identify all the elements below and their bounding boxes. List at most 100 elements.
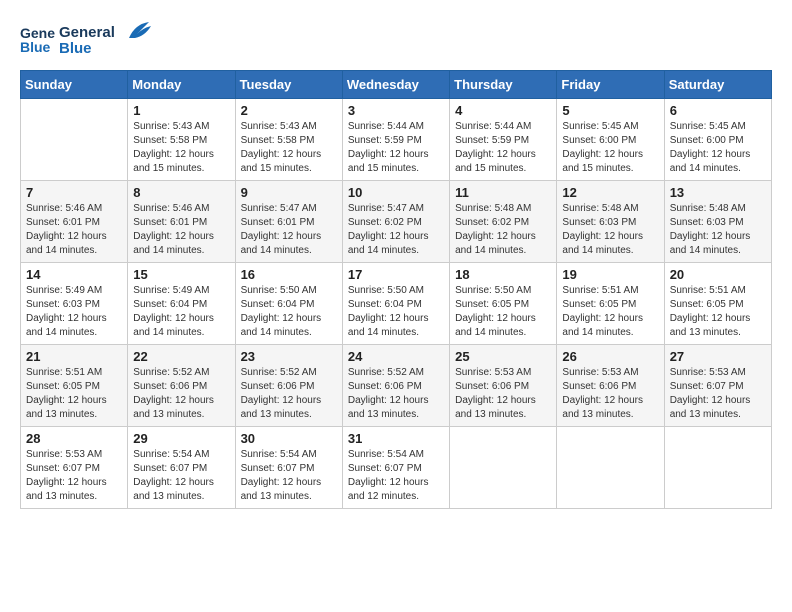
day-detail: Sunrise: 5:44 AM Sunset: 5:59 PM Dayligh… (455, 120, 551, 176)
day-detail: Sunrise: 5:49 AM Sunset: 6:04 PM Dayligh… (133, 284, 229, 340)
day-number: 24 (348, 349, 444, 364)
day-number: 18 (455, 267, 551, 282)
weekday-header-sunday: Sunday (21, 71, 128, 99)
day-detail: Sunrise: 5:46 AM Sunset: 6:01 PM Dayligh… (133, 202, 229, 258)
day-detail: Sunrise: 5:53 AM Sunset: 6:06 PM Dayligh… (455, 366, 551, 422)
day-number: 6 (670, 103, 766, 118)
calendar-week-row: 7 Sunrise: 5:46 AM Sunset: 6:01 PM Daylig… (21, 181, 772, 263)
day-number: 20 (670, 267, 766, 282)
weekday-header-saturday: Saturday (664, 71, 771, 99)
logo-blue-text: Blue (59, 41, 115, 58)
calendar-cell (450, 427, 557, 509)
day-number: 28 (26, 431, 122, 446)
day-number: 17 (348, 267, 444, 282)
day-detail: Sunrise: 5:47 AM Sunset: 6:01 PM Dayligh… (241, 202, 337, 258)
day-number: 27 (670, 349, 766, 364)
day-number: 15 (133, 267, 229, 282)
day-detail: Sunrise: 5:53 AM Sunset: 6:06 PM Dayligh… (562, 366, 658, 422)
day-detail: Sunrise: 5:50 AM Sunset: 6:04 PM Dayligh… (348, 284, 444, 340)
day-detail: Sunrise: 5:50 AM Sunset: 6:04 PM Dayligh… (241, 284, 337, 340)
calendar-cell: 13 Sunrise: 5:48 AM Sunset: 6:03 PM Dayli… (664, 181, 771, 263)
day-number: 31 (348, 431, 444, 446)
day-detail: Sunrise: 5:53 AM Sunset: 6:07 PM Dayligh… (670, 366, 766, 422)
calendar-cell: 26 Sunrise: 5:53 AM Sunset: 6:06 PM Dayli… (557, 345, 664, 427)
svg-text:Blue: Blue (20, 39, 51, 55)
calendar-cell: 19 Sunrise: 5:51 AM Sunset: 6:05 PM Dayli… (557, 263, 664, 345)
day-detail: Sunrise: 5:48 AM Sunset: 6:02 PM Dayligh… (455, 202, 551, 258)
day-number: 23 (241, 349, 337, 364)
day-detail: Sunrise: 5:52 AM Sunset: 6:06 PM Dayligh… (348, 366, 444, 422)
day-number: 2 (241, 103, 337, 118)
calendar-cell: 30Sunrise: 5:54 AM Sunset: 6:07 PM Dayli… (235, 427, 342, 509)
day-detail: Sunrise: 5:52 AM Sunset: 6:06 PM Dayligh… (241, 366, 337, 422)
calendar-cell (664, 427, 771, 509)
day-detail: Sunrise: 5:51 AM Sunset: 6:05 PM Dayligh… (26, 366, 122, 422)
calendar-week-row: 1 Sunrise: 5:43 AM Sunset: 5:58 PM Daylig… (21, 99, 772, 181)
day-detail: Sunrise: 5:48 AM Sunset: 6:03 PM Dayligh… (562, 202, 658, 258)
day-detail: Sunrise: 5:50 AM Sunset: 6:05 PM Dayligh… (455, 284, 551, 340)
day-detail: Sunrise: 5:54 AM Sunset: 6:07 PM Dayligh… (133, 448, 229, 504)
calendar-cell (21, 99, 128, 181)
logo: General Blue General Blue (20, 20, 153, 60)
calendar-cell: 28 Sunrise: 5:53 AM Sunset: 6:07 PM Dayli… (21, 427, 128, 509)
calendar-cell: 23 Sunrise: 5:52 AM Sunset: 6:06 PM Dayli… (235, 345, 342, 427)
calendar-cell: 25 Sunrise: 5:53 AM Sunset: 6:06 PM Dayli… (450, 345, 557, 427)
calendar-week-row: 14 Sunrise: 5:49 AM Sunset: 6:03 PM Dayli… (21, 263, 772, 345)
calendar-cell: 20 Sunrise: 5:51 AM Sunset: 6:05 PM Dayli… (664, 263, 771, 345)
calendar-cell: 14 Sunrise: 5:49 AM Sunset: 6:03 PM Dayli… (21, 263, 128, 345)
calendar-cell (557, 427, 664, 509)
day-number: 9 (241, 185, 337, 200)
day-number: 14 (26, 267, 122, 282)
day-number: 26 (562, 349, 658, 364)
day-detail: Sunrise: 5:46 AM Sunset: 6:01 PM Dayligh… (26, 202, 122, 258)
calendar-table: SundayMondayTuesdayWednesdayThursdayFrid… (20, 70, 772, 509)
calendar-cell: 12Sunrise: 5:48 AM Sunset: 6:03 PM Dayli… (557, 181, 664, 263)
day-detail: Sunrise: 5:52 AM Sunset: 6:06 PM Dayligh… (133, 366, 229, 422)
calendar-cell: 11 Sunrise: 5:48 AM Sunset: 6:02 PM Dayli… (450, 181, 557, 263)
calendar-cell: 4 Sunrise: 5:44 AM Sunset: 5:59 PM Daylig… (450, 99, 557, 181)
page-header: General Blue General Blue (20, 20, 772, 60)
calendar-cell: 10Sunrise: 5:47 AM Sunset: 6:02 PM Dayli… (342, 181, 449, 263)
day-number: 25 (455, 349, 551, 364)
day-detail: Sunrise: 5:44 AM Sunset: 5:59 PM Dayligh… (348, 120, 444, 176)
bird-icon (121, 20, 153, 42)
day-detail: Sunrise: 5:54 AM Sunset: 6:07 PM Dayligh… (348, 448, 444, 504)
day-detail: Sunrise: 5:48 AM Sunset: 6:03 PM Dayligh… (670, 202, 766, 258)
day-number: 7 (26, 185, 122, 200)
weekday-header-monday: Monday (128, 71, 235, 99)
day-number: 29 (133, 431, 229, 446)
calendar-cell: 5Sunrise: 5:45 AM Sunset: 6:00 PM Daylig… (557, 99, 664, 181)
day-number: 21 (26, 349, 122, 364)
calendar-cell: 6 Sunrise: 5:45 AM Sunset: 6:00 PM Daylig… (664, 99, 771, 181)
day-detail: Sunrise: 5:47 AM Sunset: 6:02 PM Dayligh… (348, 202, 444, 258)
weekday-header-row: SundayMondayTuesdayWednesdayThursdayFrid… (21, 71, 772, 99)
logo-general-text: General (59, 25, 115, 42)
day-number: 4 (455, 103, 551, 118)
day-detail: Sunrise: 5:49 AM Sunset: 6:03 PM Dayligh… (26, 284, 122, 340)
day-detail: Sunrise: 5:51 AM Sunset: 6:05 PM Dayligh… (562, 284, 658, 340)
day-number: 13 (670, 185, 766, 200)
day-number: 1 (133, 103, 229, 118)
calendar-cell: 1 Sunrise: 5:43 AM Sunset: 5:58 PM Daylig… (128, 99, 235, 181)
day-detail: Sunrise: 5:51 AM Sunset: 6:05 PM Dayligh… (670, 284, 766, 340)
weekday-header-thursday: Thursday (450, 71, 557, 99)
day-detail: Sunrise: 5:43 AM Sunset: 5:58 PM Dayligh… (133, 120, 229, 176)
calendar-week-row: 21 Sunrise: 5:51 AM Sunset: 6:05 PM Dayli… (21, 345, 772, 427)
day-number: 19 (562, 267, 658, 282)
day-detail: Sunrise: 5:45 AM Sunset: 6:00 PM Dayligh… (670, 120, 766, 176)
day-number: 11 (455, 185, 551, 200)
calendar-cell: 31 Sunrise: 5:54 AM Sunset: 6:07 PM Dayli… (342, 427, 449, 509)
calendar-cell: 29 Sunrise: 5:54 AM Sunset: 6:07 PM Dayli… (128, 427, 235, 509)
day-detail: Sunrise: 5:54 AM Sunset: 6:07 PM Dayligh… (241, 448, 337, 504)
calendar-cell: 16Sunrise: 5:50 AM Sunset: 6:04 PM Dayli… (235, 263, 342, 345)
calendar-cell: 3Sunrise: 5:44 AM Sunset: 5:59 PM Daylig… (342, 99, 449, 181)
weekday-header-tuesday: Tuesday (235, 71, 342, 99)
day-number: 8 (133, 185, 229, 200)
day-detail: Sunrise: 5:53 AM Sunset: 6:07 PM Dayligh… (26, 448, 122, 504)
calendar-cell: 24 Sunrise: 5:52 AM Sunset: 6:06 PM Dayli… (342, 345, 449, 427)
calendar-cell: 27 Sunrise: 5:53 AM Sunset: 6:07 PM Dayli… (664, 345, 771, 427)
weekday-header-friday: Friday (557, 71, 664, 99)
calendar-cell: 7 Sunrise: 5:46 AM Sunset: 6:01 PM Daylig… (21, 181, 128, 263)
day-detail: Sunrise: 5:45 AM Sunset: 6:00 PM Dayligh… (562, 120, 658, 176)
calendar-cell: 22Sunrise: 5:52 AM Sunset: 6:06 PM Dayli… (128, 345, 235, 427)
